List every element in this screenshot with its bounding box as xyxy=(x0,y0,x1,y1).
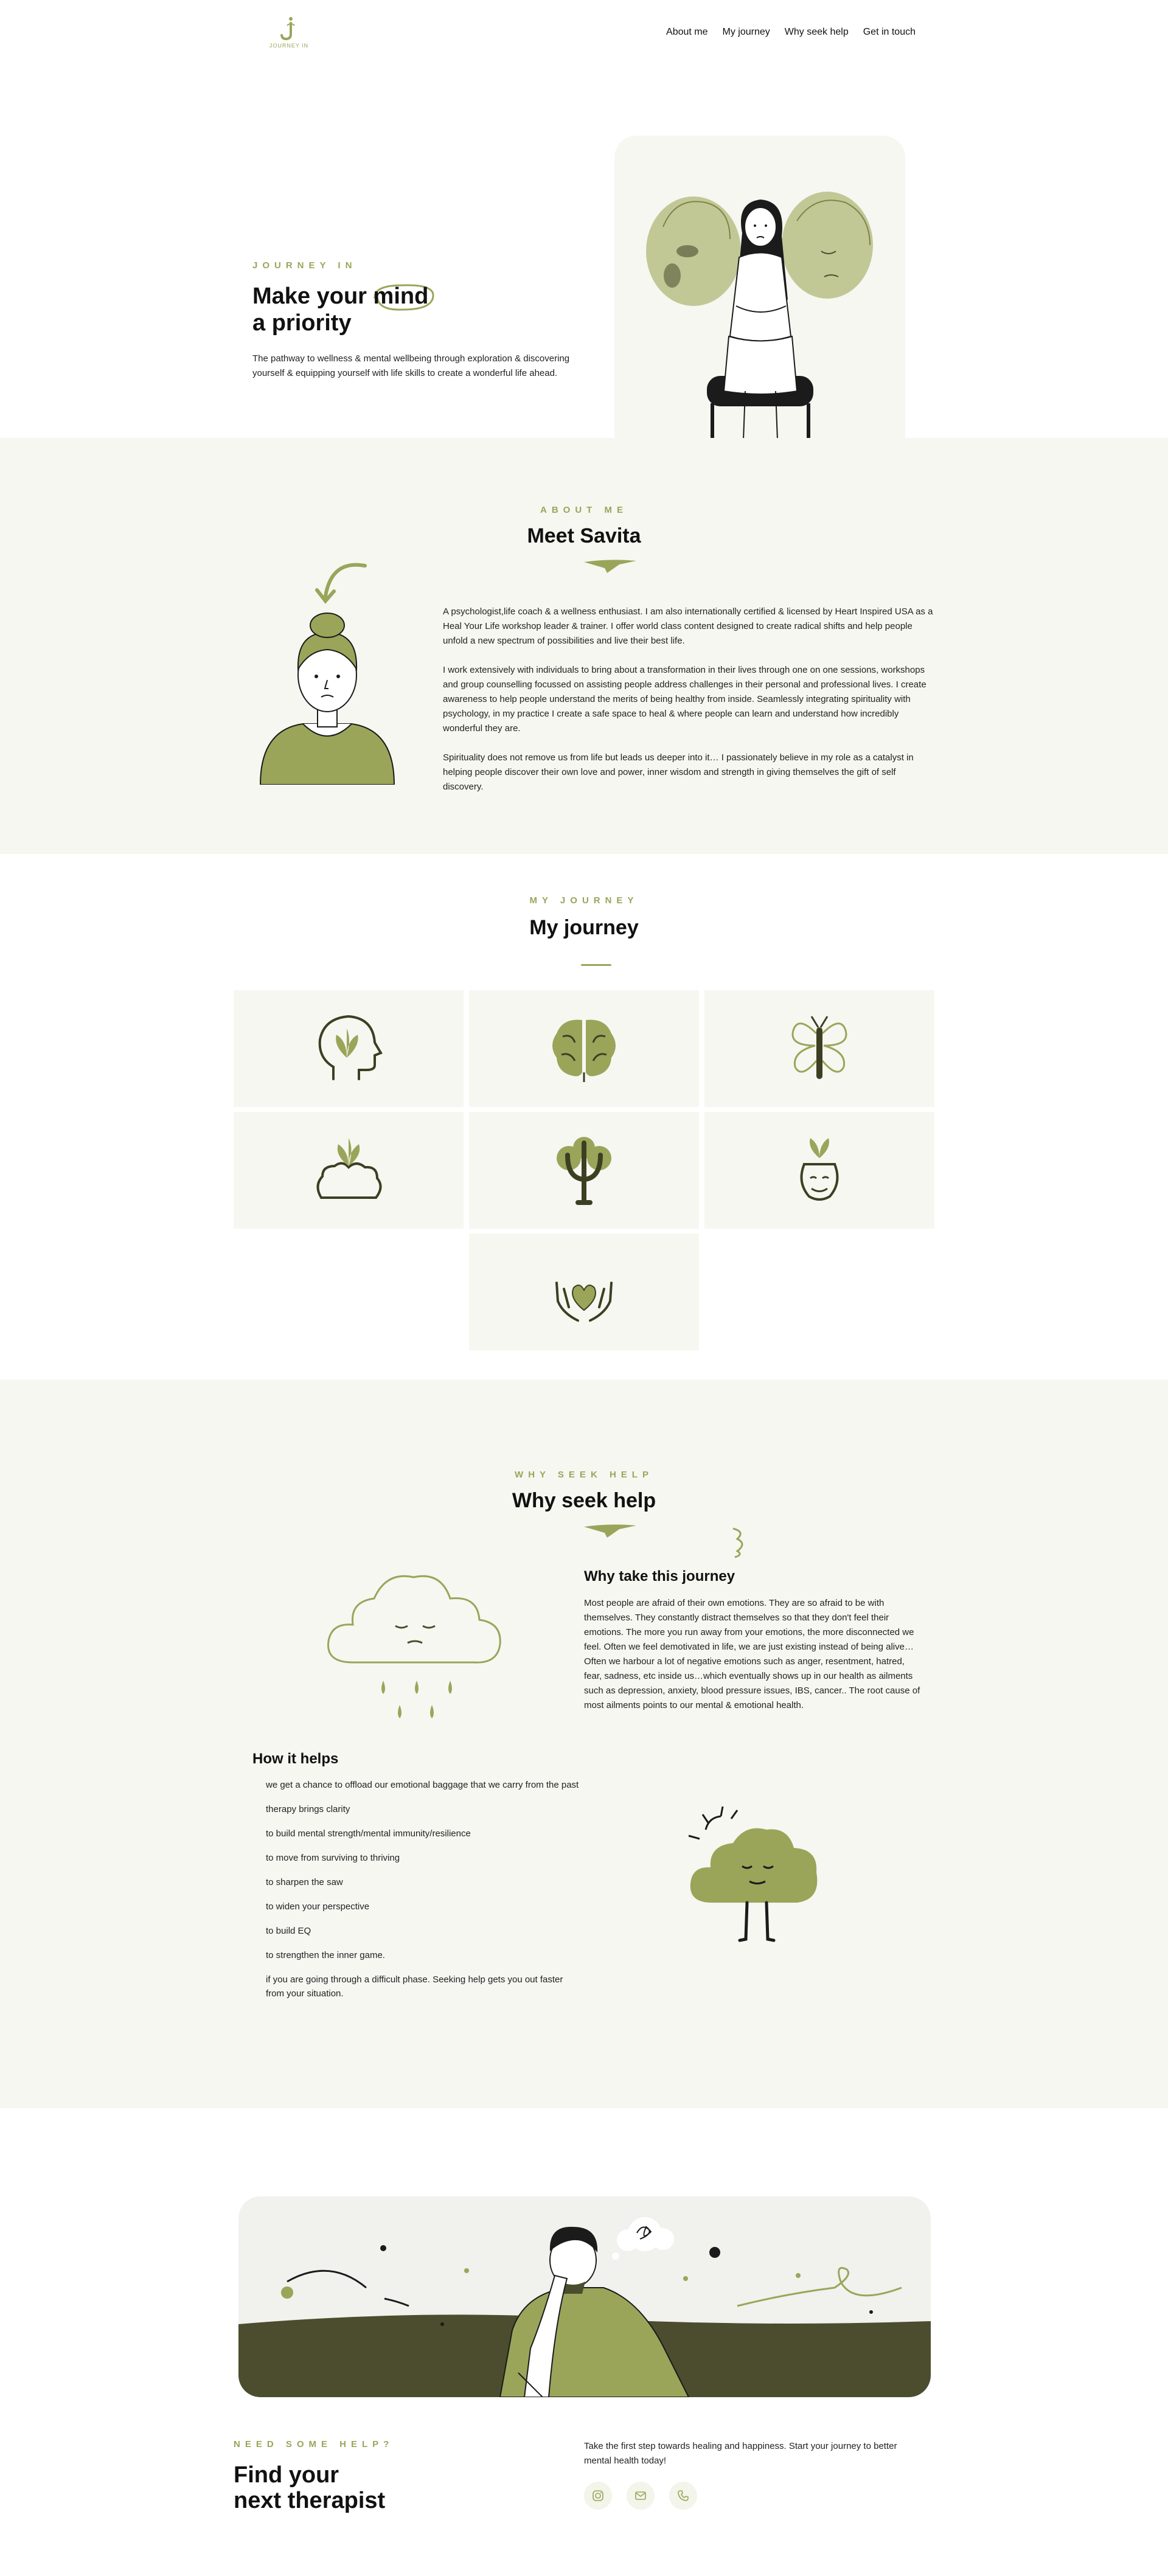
why-eyebrow: WHY SEEK HELP xyxy=(515,1470,653,1480)
why-help-title: How it helps xyxy=(252,1751,339,1767)
journey-eyebrow: MY JOURNEY xyxy=(529,895,639,906)
about-eyebrow: ABOUT ME xyxy=(540,505,628,515)
why-take-text: Most people are afraid of their own emot… xyxy=(584,1598,920,1710)
journey-tile xyxy=(469,1112,699,1229)
find-title-line2: next therapist xyxy=(234,2488,386,2513)
journey-tile xyxy=(704,1112,934,1229)
hero-title-mind: mind xyxy=(373,283,429,309)
nav-why-seek-help[interactable]: Why seek help xyxy=(785,27,849,38)
man-thinking-illustration-icon xyxy=(238,2217,931,2397)
logo-text: JOURNEY IN xyxy=(269,43,309,49)
why-section: WHY SEEK HELP Why seek help Why take thi… xyxy=(0,1380,1168,2108)
help-list: we get a chance to offload our emotional… xyxy=(252,1778,581,2011)
hero-section: JOURNEY IN Make your mind a priority The… xyxy=(0,67,1168,493)
why-title: Why seek help xyxy=(512,1489,656,1512)
psi-tree-icon xyxy=(557,1137,611,1205)
hero-title-highlight: mind xyxy=(373,283,434,311)
logo-mark-icon xyxy=(280,17,295,41)
instagram-button[interactable] xyxy=(584,2482,612,2510)
find-cta-text: Take the first step towards healing and … xyxy=(584,2441,897,2466)
site-logo[interactable]: JOURNEY IN xyxy=(269,16,309,52)
journey-tile xyxy=(469,990,699,1107)
happy-cloud-icon xyxy=(688,1806,818,1942)
list-item: if you are going through a difficult pha… xyxy=(266,1974,563,1999)
savita-portrait-icon xyxy=(259,613,395,785)
hero-title-part2: a priority xyxy=(252,310,352,336)
list-item: we get a chance to offload our emotional… xyxy=(266,1780,579,1790)
nav-my-journey[interactable]: My journey xyxy=(723,27,770,38)
site-header: JOURNEY IN About me My journey Why seek … xyxy=(0,0,1168,67)
about-section: ABOUT ME Meet Savita A psychologist,life… xyxy=(0,438,1168,854)
hero-subtitle: The pathway to wellness & mental wellbei… xyxy=(252,353,570,378)
squiggle-icon xyxy=(732,1527,743,1558)
list-item: to sharpen the saw xyxy=(266,1877,343,1887)
journey-title: My journey xyxy=(529,916,639,939)
find-title: Find your next therapist xyxy=(234,2462,385,2513)
about-paragraph: I work extensively with individuals to b… xyxy=(443,665,926,734)
find-therapist-section: NEED SOME HELP? Find your next therapist… xyxy=(0,2108,1168,2534)
about-paragraph: A psychologist,life coach & a wellness e… xyxy=(443,606,933,646)
about-bio: A psychologist,life coach & a wellness e… xyxy=(443,605,934,809)
mail-button[interactable] xyxy=(627,2482,655,2510)
find-eyebrow: NEED SOME HELP? xyxy=(234,2439,394,2449)
curved-arrow-icon xyxy=(315,563,367,604)
butterfly-icon xyxy=(791,1016,847,1079)
hands-heart-icon xyxy=(555,1282,613,1322)
list-item: therapy brings clarity xyxy=(266,1804,350,1814)
journey-underline xyxy=(581,964,611,966)
brain-icon xyxy=(552,1019,616,1082)
list-item: to strengthen the inner game. xyxy=(266,1950,385,1960)
brush-underline-icon xyxy=(584,1524,636,1538)
phone-button[interactable] xyxy=(669,2482,697,2510)
hero-eyebrow: JOURNEY IN xyxy=(252,260,357,271)
find-title-line1: Find your xyxy=(234,2462,339,2488)
therapist-banner xyxy=(238,2196,931,2397)
nav-about-me[interactable]: About me xyxy=(666,27,707,38)
list-item: to widen your perspective xyxy=(266,1901,370,1912)
main-nav: About me My journey Why seek help Get in… xyxy=(666,27,916,38)
brush-underline-icon xyxy=(584,560,636,573)
journey-tile xyxy=(469,1234,699,1350)
brain-sprout-icon xyxy=(316,1138,382,1199)
social-links xyxy=(584,2482,697,2510)
head-plant-icon xyxy=(318,1015,383,1080)
about-title: Meet Savita xyxy=(527,524,641,547)
sad-rain-cloud-icon xyxy=(327,1575,501,1718)
instagram-icon xyxy=(593,2490,603,2501)
phone-icon xyxy=(678,2490,689,2501)
list-item: to move from surviving to thriving xyxy=(266,1853,400,1863)
mail-icon xyxy=(635,2491,646,2500)
list-item: to build EQ xyxy=(266,1926,311,1936)
journey-tile xyxy=(704,990,934,1107)
journey-section: MY JOURNEY My journey xyxy=(0,854,1168,1380)
list-item: to build mental strength/mental immunity… xyxy=(266,1828,471,1839)
happy-head-plant-icon xyxy=(800,1138,839,1201)
hero-title-part1: Make your xyxy=(252,283,374,309)
why-take-title: Why take this journey xyxy=(584,1568,735,1585)
nav-get-in-touch[interactable]: Get in touch xyxy=(863,27,916,38)
about-paragraph: Spirituality does not remove us from lif… xyxy=(443,752,914,792)
journey-tile xyxy=(234,1112,464,1229)
hero-title: Make your mind a priority xyxy=(252,283,434,336)
journey-tile xyxy=(234,990,464,1107)
